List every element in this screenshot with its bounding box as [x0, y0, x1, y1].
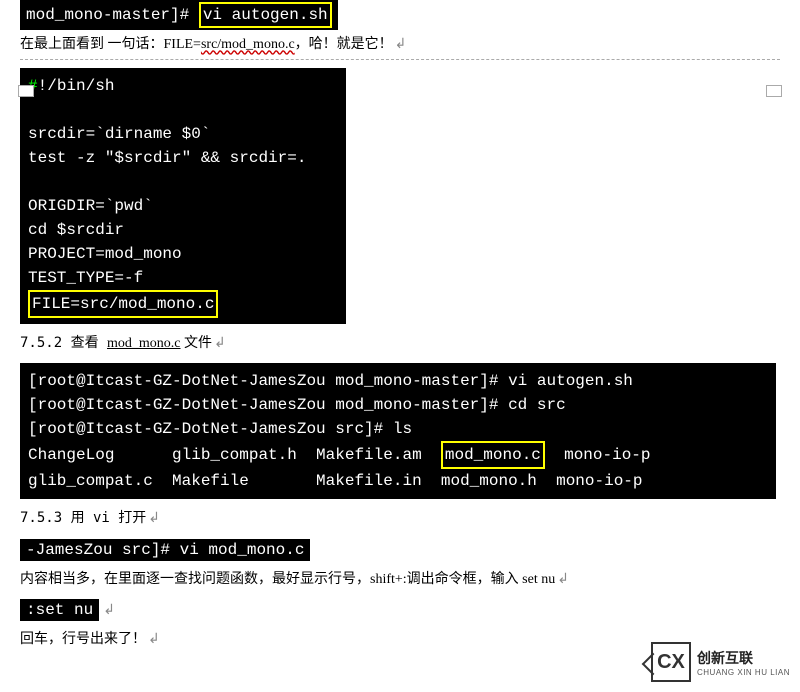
intro-filename: src/mod_mono.c — [201, 37, 295, 52]
sec753-text: 7.5.3 用 vi 打开 — [20, 510, 146, 526]
sec752-file: mod_mono.c — [107, 336, 181, 351]
top-terminal-line: mod_mono-master]# vi autogen.sh — [20, 0, 338, 30]
script-l3: srcdir=`dirname $0` — [28, 122, 338, 146]
vi-open-cmd: -JamesZou src]# vi mod_mono.c — [20, 539, 310, 561]
sec752-suffix: 文件 — [181, 336, 213, 351]
logo-en: CHUANG XIN HU LIAN — [697, 668, 790, 677]
ls-l3: [root@Itcast-GZ-DotNet-JamesZou src]# ls — [28, 417, 768, 441]
para3-text: 回车，行号出来了！ — [20, 632, 146, 647]
intro-text-1: 在最上面看到 一句话：FILE= — [20, 37, 201, 52]
setnu-cmd: :set nu — [20, 599, 99, 621]
return-mark-2: ↲ — [214, 336, 226, 351]
script-l6: ORIGDIR=`pwd` — [28, 194, 338, 218]
script-l7: cd $srcdir — [28, 218, 338, 242]
para2-text: 内容相当多，在里面逐一查找问题函数，最好显示行号，shift+:调出命令框，输入… — [20, 572, 555, 587]
logo-cn: 创新互联 — [697, 648, 790, 668]
sec752-num: 7.5.2 查看 — [20, 335, 107, 351]
ls-l5: glib_compat.c Makefile Makefile.in mod_m… — [28, 469, 768, 493]
return-mark: ↲ — [395, 37, 407, 52]
script-l2 — [28, 98, 338, 122]
ls-l4a: ChangeLog glib_compat.h Makefile.am — [28, 446, 441, 464]
ls-l2: [root@Itcast-GZ-DotNet-JamesZou mod_mono… — [28, 393, 768, 417]
autogen-script-block: ##!/bin/sh!/bin/sh srcdir=`dirname $0` t… — [20, 68, 346, 324]
return-mark-3: ↲ — [148, 511, 160, 526]
ls-l1: [root@Itcast-GZ-DotNet-JamesZou mod_mono… — [28, 369, 768, 393]
logo-icon: CX — [651, 642, 691, 682]
script-l8: PROJECT=mod_mono — [28, 242, 338, 266]
return-mark-5: ↲ — [103, 603, 115, 618]
para-setnu-instruction: 内容相当多，在里面逐一查找问题函数，最好显示行号，shift+:调出命令框，输入… — [20, 569, 780, 591]
script-l10-highlight: FILE=src/mod_mono.c — [28, 290, 218, 318]
intro-text-2: ，哈！就是它！ — [295, 37, 393, 52]
script-l4: test -z "$srcdir" && srcdir=. — [28, 146, 338, 170]
watermark-logo: CX 创新互联 CHUANG XIN HU LIAN — [651, 642, 790, 682]
prompt-cmd: vi autogen.sh — [203, 6, 328, 24]
intro-line: 在最上面看到 一句话：FILE=src/mod_mono.c，哈！就是它！↲ — [20, 34, 780, 59]
ls-l4-highlight: mod_mono.c — [441, 441, 545, 469]
ls-l4c: mono-io-p — [545, 446, 651, 464]
script-l9: TEST_TYPE=-f — [28, 266, 338, 290]
return-mark-6: ↲ — [148, 632, 160, 647]
prompt-prefix: mod_mono-master]# — [26, 6, 199, 24]
return-mark-4: ↲ — [557, 572, 569, 587]
section-752: 7.5.2 查看 mod_mono.c 文件↲ — [20, 332, 780, 355]
script-l5 — [28, 170, 338, 194]
ls-terminal-block: [root@Itcast-GZ-DotNet-JamesZou mod_mono… — [20, 363, 776, 499]
section-753: 7.5.3 用 vi 打开↲ — [20, 507, 780, 530]
